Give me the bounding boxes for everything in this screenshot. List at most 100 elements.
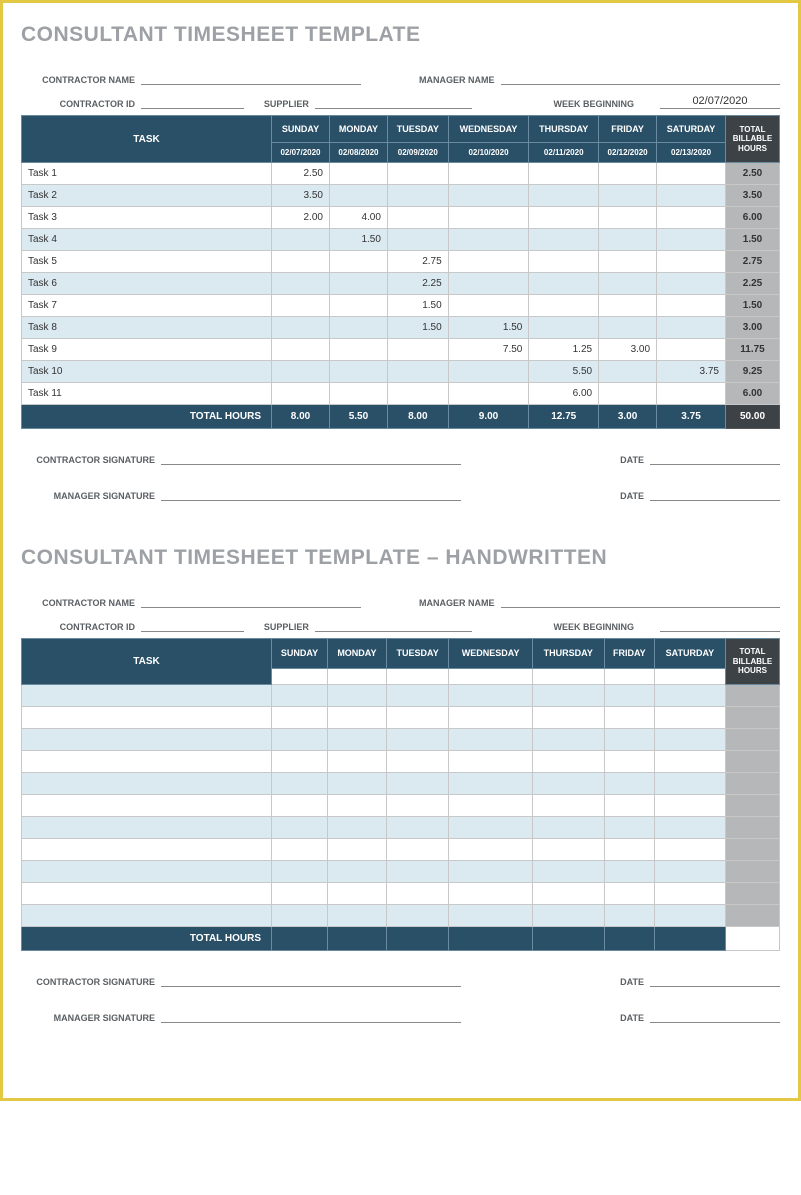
hours-cell[interactable] (329, 251, 387, 273)
hours-cell[interactable] (328, 750, 387, 772)
hours-cell[interactable] (448, 185, 529, 207)
task-cell[interactable] (22, 794, 272, 816)
hours-cell[interactable] (329, 163, 387, 185)
date-blank-cell[interactable] (386, 668, 449, 684)
manager-signature-input[interactable] (161, 1009, 461, 1023)
hours-cell[interactable] (654, 860, 725, 882)
hours-cell[interactable] (448, 273, 529, 295)
hours-cell[interactable]: 7.50 (448, 339, 529, 361)
hours-cell[interactable] (387, 383, 448, 405)
task-cell[interactable]: Task 7 (22, 295, 272, 317)
hours-cell[interactable] (657, 317, 726, 339)
hours-cell[interactable] (599, 383, 657, 405)
hours-cell[interactable] (529, 295, 599, 317)
hours-cell[interactable] (654, 750, 725, 772)
hours-cell[interactable] (654, 684, 725, 706)
hours-cell[interactable]: 3.75 (657, 361, 726, 383)
hours-cell[interactable] (654, 882, 725, 904)
hours-cell[interactable] (272, 750, 328, 772)
contractor-id-input[interactable] (141, 95, 244, 109)
contractor-name-input[interactable] (141, 71, 361, 85)
hours-cell[interactable]: 2.50 (272, 163, 330, 185)
hours-cell[interactable] (529, 317, 599, 339)
hours-cell[interactable] (599, 273, 657, 295)
task-cell[interactable]: Task 1 (22, 163, 272, 185)
hours-cell[interactable] (272, 229, 330, 251)
hours-cell[interactable] (532, 882, 604, 904)
hours-cell[interactable] (449, 794, 532, 816)
date-blank-cell[interactable] (449, 668, 532, 684)
hours-cell[interactable] (448, 295, 529, 317)
hours-cell[interactable] (657, 185, 726, 207)
hours-cell[interactable] (532, 860, 604, 882)
hours-cell[interactable] (449, 904, 532, 926)
hours-cell[interactable] (532, 684, 604, 706)
hours-cell[interactable] (529, 185, 599, 207)
hours-cell[interactable]: 2.25 (387, 273, 448, 295)
hours-cell[interactable] (532, 816, 604, 838)
hours-cell[interactable] (387, 163, 448, 185)
task-cell[interactable] (22, 728, 272, 750)
hours-cell[interactable] (272, 838, 328, 860)
hours-cell[interactable] (386, 728, 449, 750)
date-input[interactable] (650, 1009, 780, 1023)
hours-cell[interactable] (386, 838, 449, 860)
date-input[interactable] (650, 973, 780, 987)
hours-cell[interactable] (272, 882, 328, 904)
hours-cell[interactable]: 4.00 (329, 207, 387, 229)
hours-cell[interactable] (272, 794, 328, 816)
hours-cell[interactable] (529, 207, 599, 229)
hours-cell[interactable] (387, 361, 448, 383)
date-blank-cell[interactable] (272, 668, 328, 684)
hours-cell[interactable]: 1.25 (529, 339, 599, 361)
hours-cell[interactable] (657, 295, 726, 317)
hours-cell[interactable] (599, 163, 657, 185)
hours-cell[interactable] (272, 904, 328, 926)
hours-cell[interactable] (328, 838, 387, 860)
hours-cell[interactable] (529, 273, 599, 295)
hours-cell[interactable] (604, 706, 654, 728)
task-cell[interactable] (22, 860, 272, 882)
hours-cell[interactable]: 1.50 (387, 317, 448, 339)
contractor-id-input[interactable] (141, 618, 244, 632)
task-cell[interactable] (22, 838, 272, 860)
hours-cell[interactable] (657, 229, 726, 251)
hours-cell[interactable] (272, 273, 330, 295)
task-cell[interactable]: Task 11 (22, 383, 272, 405)
hours-cell[interactable]: 2.00 (272, 207, 330, 229)
hours-cell[interactable] (448, 207, 529, 229)
hours-cell[interactable] (604, 684, 654, 706)
hours-cell[interactable] (448, 251, 529, 273)
hours-cell[interactable] (329, 383, 387, 405)
contractor-signature-input[interactable] (161, 451, 461, 465)
task-cell[interactable]: Task 2 (22, 185, 272, 207)
hours-cell[interactable] (386, 882, 449, 904)
task-cell[interactable]: Task 5 (22, 251, 272, 273)
hours-cell[interactable] (272, 706, 328, 728)
hours-cell[interactable] (272, 295, 330, 317)
hours-cell[interactable] (599, 295, 657, 317)
week-beginning-input[interactable] (660, 618, 780, 632)
hours-cell[interactable] (328, 794, 387, 816)
hours-cell[interactable] (448, 383, 529, 405)
hours-cell[interactable] (654, 904, 725, 926)
hours-cell[interactable] (654, 794, 725, 816)
week-beginning-value[interactable]: 02/07/2020 (660, 95, 780, 109)
hours-cell[interactable]: 6.00 (529, 383, 599, 405)
hours-cell[interactable] (328, 816, 387, 838)
hours-cell[interactable] (532, 772, 604, 794)
hours-cell[interactable] (328, 882, 387, 904)
hours-cell[interactable] (657, 339, 726, 361)
hours-cell[interactable] (272, 728, 328, 750)
hours-cell[interactable] (654, 838, 725, 860)
hours-cell[interactable] (599, 185, 657, 207)
hours-cell[interactable] (329, 185, 387, 207)
hours-cell[interactable] (448, 361, 529, 383)
hours-cell[interactable] (329, 295, 387, 317)
supplier-input[interactable] (315, 95, 472, 109)
hours-cell[interactable] (604, 838, 654, 860)
hours-cell[interactable] (449, 838, 532, 860)
hours-cell[interactable] (604, 882, 654, 904)
hours-cell[interactable] (448, 229, 529, 251)
hours-cell[interactable] (654, 772, 725, 794)
